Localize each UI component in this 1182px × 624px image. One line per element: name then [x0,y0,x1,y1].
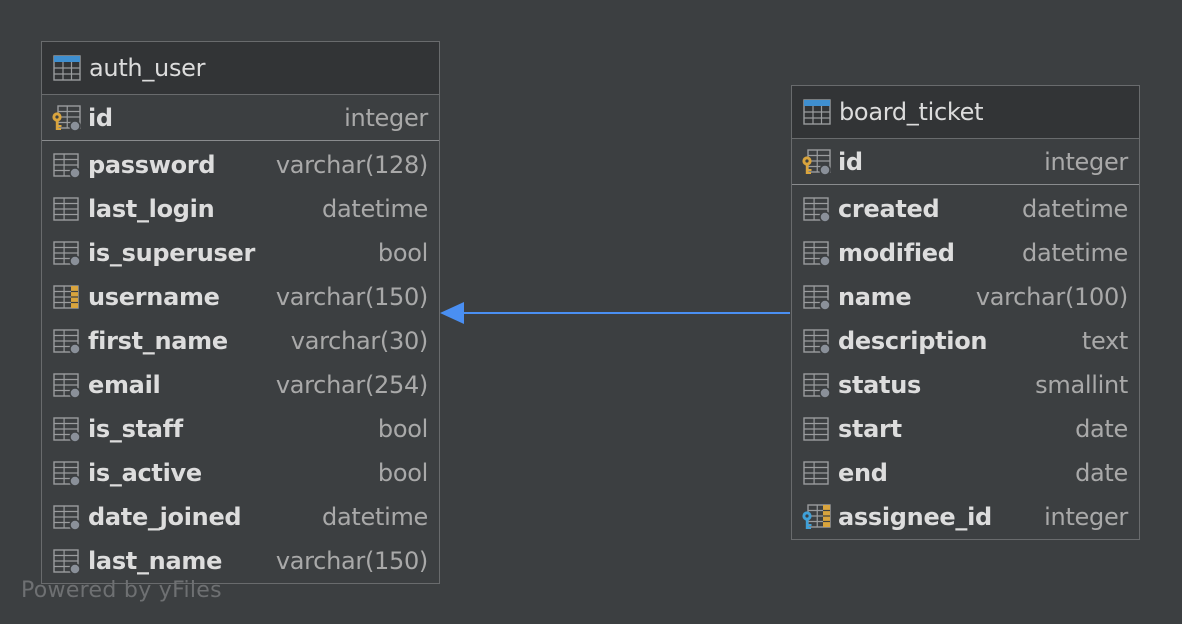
column-icon [803,373,831,399]
column-row[interactable]: created datetime [792,187,1139,231]
column-type: bool [377,459,428,487]
column-name: id [838,147,863,176]
column-type: date [1075,415,1128,443]
column-row[interactable]: modified datetime [792,231,1139,275]
column-name: last_login [88,195,215,223]
column-type: smallint [1035,371,1128,399]
column-row[interactable]: start date [792,407,1139,451]
column-type: integer [344,103,428,132]
table-title: auth_user [89,54,206,82]
column-row-id[interactable]: id integer [42,95,439,140]
column-name: is_superuser [88,239,256,267]
column-row[interactable]: date_joined datetime [42,495,439,539]
table-board-ticket[interactable]: board_ticket id integer created datetime … [791,85,1140,540]
column-icon [803,329,831,355]
column-icon [53,461,81,487]
column-type: bool [377,415,428,443]
column-list: created datetime modified datetime name var… [792,185,1139,539]
column-row[interactable]: last_name varchar(150) [42,539,439,583]
table-icon [803,99,831,125]
column-row[interactable]: first_name varchar(30) [42,319,439,363]
column-name: username [88,283,220,311]
column-name: modified [838,239,955,267]
column-icon [53,549,81,575]
column-row-id[interactable]: id integer [792,139,1139,184]
column-row[interactable]: is_staff bool [42,407,439,451]
column-name: date_joined [88,503,242,531]
column-row-assignee-id[interactable]: assignee_id integer [792,495,1139,539]
primary-key-icon [802,148,831,176]
column-row[interactable]: description text [792,319,1139,363]
column-type: integer [1044,503,1128,531]
column-name: status [838,371,921,399]
column-type: varchar(254) [275,371,428,399]
column-icon [53,373,81,399]
column-type: datetime [322,503,428,531]
column-row[interactable]: is_superuser bool [42,231,439,275]
column-row[interactable]: end date [792,451,1139,495]
column-icon [53,197,79,221]
column-name: created [838,195,940,223]
column-name: is_staff [88,415,183,443]
column-type: datetime [1022,195,1128,223]
column-icon [803,417,829,441]
column-name: assignee_id [838,503,992,531]
primary-key-icon [52,104,81,132]
column-type: varchar(100) [975,283,1128,311]
column-name: end [838,459,888,487]
column-icon [53,153,81,179]
column-icon [53,329,81,355]
column-row[interactable]: password varchar(128) [42,143,439,187]
column-type: integer [1044,147,1128,176]
column-type: varchar(150) [275,283,428,311]
column-list: password varchar(128) last_login datetime … [42,141,439,583]
column-name: is_active [88,459,202,487]
column-name: first_name [88,327,228,355]
column-name: email [88,371,161,399]
column-icon [803,461,829,485]
column-icon [803,197,831,223]
table-title: board_ticket [839,98,984,126]
column-type: bool [377,239,428,267]
table-header[interactable]: board_ticket [792,86,1139,139]
column-row[interactable]: email varchar(254) [42,363,439,407]
foreign-key-icon [802,504,831,529]
column-type: varchar(128) [275,151,428,179]
column-icon [803,285,831,311]
unique-column-icon [53,285,79,309]
watermark: Powered by yFiles [21,578,222,603]
column-name: description [838,327,988,355]
column-type: datetime [322,195,428,223]
column-row[interactable]: last_login datetime [42,187,439,231]
column-type: text [1081,327,1128,355]
column-name: start [838,415,902,443]
column-name: name [838,283,912,311]
column-icon [53,417,81,443]
column-row[interactable]: is_active bool [42,451,439,495]
column-name: last_name [88,547,223,575]
table-icon [53,55,81,81]
table-auth-user[interactable]: auth_user id integer password varchar(128… [41,41,440,584]
column-type: varchar(150) [275,547,428,575]
column-type: varchar(30) [290,327,429,355]
column-type: date [1075,459,1128,487]
column-row[interactable]: status smallint [792,363,1139,407]
column-icon [53,241,81,267]
relation-arrowhead [440,302,464,324]
column-icon [53,505,81,531]
column-type: datetime [1022,239,1128,267]
column-row[interactable]: name varchar(100) [792,275,1139,319]
column-name: password [88,151,216,179]
column-row[interactable]: username varchar(150) [42,275,439,319]
column-name: id [88,103,113,132]
column-icon [803,241,831,267]
table-header[interactable]: auth_user [42,42,439,95]
